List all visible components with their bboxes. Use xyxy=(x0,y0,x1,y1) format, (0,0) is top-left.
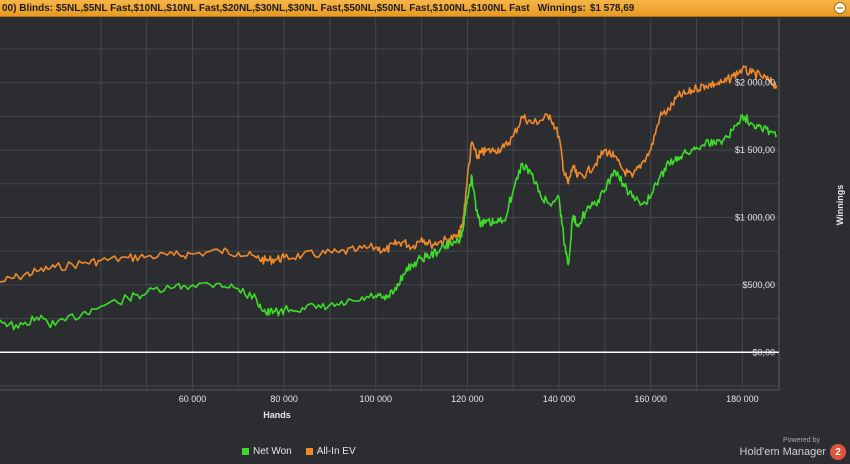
branding: Powered by Hold'em Manager 2 xyxy=(740,437,846,460)
hm2-logo-icon: 2 xyxy=(830,444,846,460)
legend-item-all-in-ev[interactable]: All-In EV xyxy=(305,446,356,457)
y-tick-label: $1 500,00 xyxy=(735,145,775,155)
legend-swatch-net-won xyxy=(242,448,249,455)
y-axis-label: Winnings xyxy=(835,185,845,225)
winnings-chart: 60 000 80 000 100 000 120 000 140 000 160 000… xyxy=(0,18,845,420)
y-tick-label: $500,00 xyxy=(742,280,775,290)
chart-legend: Net Won All-In EV xyxy=(242,446,356,457)
legend-label-all-in-ev: All-In EV xyxy=(316,446,356,457)
legend-label-net-won: Net Won xyxy=(253,446,292,457)
x-tick-label: 140 000 xyxy=(543,394,576,404)
x-tick-label: 80 000 xyxy=(270,394,298,404)
series-line-net-won xyxy=(0,114,778,331)
x-tick-label: 100 000 xyxy=(359,394,392,404)
powered-by-text: Powered by xyxy=(783,437,820,444)
x-tick-label: 180 000 xyxy=(726,394,759,404)
x-tick-label: 160 000 xyxy=(634,394,667,404)
y-tick-label: $2 000,00 xyxy=(735,78,775,88)
x-tick-label: 60 000 xyxy=(179,394,207,404)
product-name: Hold'em Manager xyxy=(739,446,826,458)
legend-item-net-won[interactable]: Net Won xyxy=(242,446,292,457)
x-axis-label: Hands xyxy=(263,410,291,420)
legend-swatch-all-in-ev xyxy=(305,448,313,455)
x-tick-label: 120 000 xyxy=(451,394,484,404)
y-tick-label: $0,00 xyxy=(752,347,775,357)
y-tick-label: $1 000,00 xyxy=(735,212,775,222)
